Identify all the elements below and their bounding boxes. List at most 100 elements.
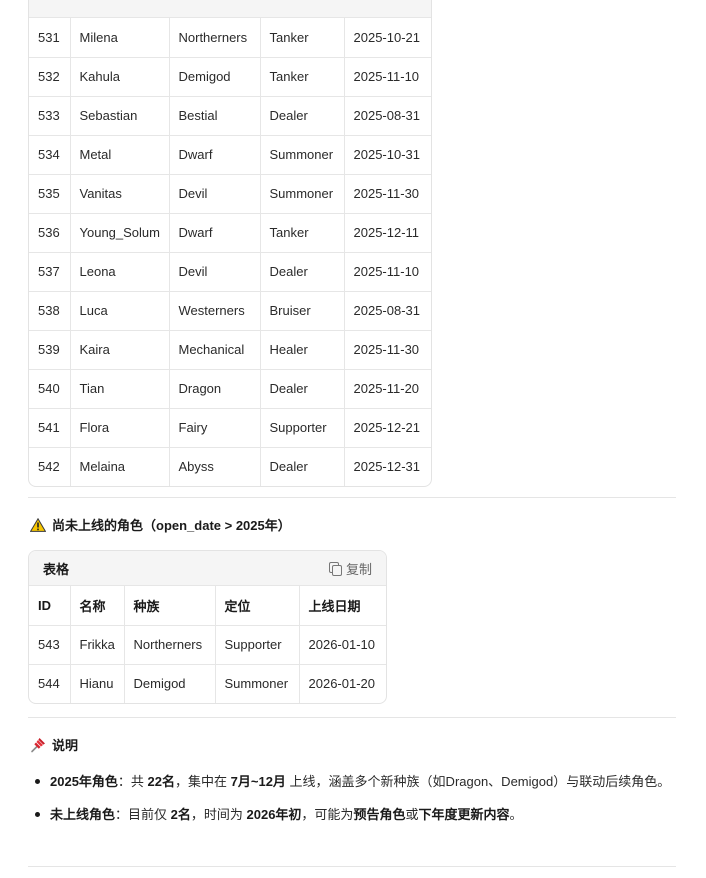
table-row: 534 Metal Dwarf Summoner 2025-10-31: [29, 135, 431, 175]
cell-race: Westerners: [169, 291, 261, 331]
divider: [28, 717, 676, 718]
cell-race: Demigod: [169, 57, 261, 97]
cell-id: 541: [29, 408, 71, 448]
column-header-race: 种族: [124, 586, 216, 626]
cell-id: 537: [29, 252, 71, 292]
cell-open-date: 2025-11-10: [344, 252, 431, 292]
copy-button[interactable]: 复制: [328, 559, 372, 578]
column-header-name: 名称: [70, 586, 125, 626]
column-header-id: ID: [29, 586, 71, 626]
note-label: 未上线角色: [50, 807, 116, 822]
cell-id: 543: [29, 625, 71, 665]
cell-id: 538: [29, 291, 71, 331]
note-item: 未上线角色：目前仅 2名，时间为 2026年初，可能为预告角色或下年度更新内容。: [28, 803, 676, 826]
notes-heading-text: 说明: [52, 738, 79, 753]
table-row: 542 Melaina Abyss Dealer 2025-12-31: [29, 447, 431, 486]
note-item: 2025年角色：共 22名，集中在 7月~12月 上线，涵盖多个新种族（如Dra…: [28, 770, 676, 793]
table-row: 533 Sebastian Bestial Dealer 2025-08-31: [29, 96, 431, 136]
table-label: 表格: [43, 561, 70, 577]
cell-role: Dealer: [260, 369, 345, 409]
unreleased-characters-table: 表格 复制 ID 名称 种族 定位 上线日期 543 Frikka Northern…: [28, 550, 387, 704]
cell-name: Metal: [70, 135, 170, 175]
cell-role: Summoner: [260, 174, 345, 214]
cell-open-date: 2025-10-31: [344, 135, 431, 175]
cell-id: 544: [29, 664, 71, 703]
cell-name: Vanitas: [70, 174, 170, 214]
table-header-strip: [29, 0, 431, 18]
note-text: 或: [405, 807, 419, 822]
cell-open-date: 2025-11-30: [344, 174, 431, 214]
cell-id: 540: [29, 369, 71, 409]
cell-race: Devil: [169, 252, 261, 292]
cell-role: Tanker: [260, 18, 345, 58]
column-header-open-date: 上线日期: [299, 586, 386, 626]
note-text: 上线，涵盖多个新种族（如Dragon、Demigod）与联动后续角色。: [285, 774, 671, 789]
cell-race: Devil: [169, 174, 261, 214]
cell-id: 542: [29, 447, 71, 486]
table-row: 538 Luca Westerners Bruiser 2025-08-31: [29, 291, 431, 331]
cell-name: Leona: [70, 252, 170, 292]
cell-name: Luca: [70, 291, 170, 331]
column-header-role: 定位: [215, 586, 300, 626]
cell-id: 533: [29, 96, 71, 136]
cell-race: Dwarf: [169, 213, 261, 253]
divider: [28, 497, 676, 498]
cell-role: Healer: [260, 330, 345, 370]
cell-id: 539: [29, 330, 71, 370]
released-characters-table: 531 Milena Northerners Tanker 2025-10-21 532 K…: [28, 0, 432, 487]
cell-name: Flora: [70, 408, 170, 448]
notes-heading: 说明: [30, 735, 78, 754]
note-text: ：共: [117, 774, 148, 789]
cell-role: Tanker: [260, 213, 345, 253]
divider: [28, 866, 676, 867]
note-bold: 22名: [147, 774, 176, 789]
cell-role: Bruiser: [260, 291, 345, 331]
cell-id: 535: [29, 174, 71, 214]
table-row: 537 Leona Devil Dealer 2025-11-10: [29, 252, 431, 292]
cell-race: Demigod: [124, 664, 216, 703]
cell-role: Dealer: [260, 96, 345, 136]
cell-role: Dealer: [260, 252, 345, 292]
cell-open-date: 2025-12-11: [344, 213, 431, 253]
cell-open-date: 2026-01-20: [308, 676, 376, 692]
cell-race: Bestial: [169, 96, 261, 136]
table-row: 536 Young_Solum Dwarf Tanker 2025-12-11: [29, 213, 431, 253]
table-row: 544 Hianu Demigod Summoner 2026-01-20: [29, 664, 386, 703]
unreleased-heading: 尚未上线的角色（open_date > 2025年）: [30, 515, 291, 534]
cell-id: 536: [29, 213, 71, 253]
notes-list: 2025年角色：共 22名，集中在 7月~12月 上线，涵盖多个新种族（如Dra…: [28, 770, 676, 836]
cell-name: Kahula: [70, 57, 170, 97]
pushpin-icon: [31, 737, 45, 752]
cell-name: Kaira: [70, 330, 170, 370]
note-bold: 2026年初: [246, 807, 302, 822]
cell-open-date: 2025-11-10: [344, 57, 431, 97]
table-row: 540 Tian Dragon Dealer 2025-11-20: [29, 369, 431, 409]
note-text: 。: [509, 807, 523, 822]
cell-name: Milena: [70, 18, 170, 58]
cell-open-date: 2025-10-21: [344, 18, 431, 58]
cell-race: Fairy: [169, 408, 261, 448]
copy-icon: [328, 562, 342, 576]
cell-race: Abyss: [169, 447, 261, 486]
note-bold: 下年度更新内容: [418, 807, 510, 822]
cell-open-date: 2025-11-20: [344, 369, 431, 409]
cell-open-date: 2025-11-30: [344, 330, 431, 370]
cell-role: Supporter: [215, 625, 300, 665]
cell-open-date: 2026-01-10: [299, 625, 386, 665]
table-row: 531 Milena Northerners Tanker 2025-10-21: [29, 18, 431, 58]
table-row: 543 Frikka Northerners Supporter 2026-01-10: [29, 625, 386, 665]
unreleased-heading-text: 尚未上线的角色（open_date > 2025年）: [52, 518, 291, 533]
cell-id: 534: [29, 135, 71, 175]
table-row: 541 Flora Fairy Supporter 2025-12-21: [29, 408, 431, 448]
note-bold: 2名: [170, 807, 191, 822]
table-header-row: ID 名称 种族 定位 上线日期: [29, 586, 386, 626]
cell-race: Mechanical: [169, 330, 261, 370]
cell-open-date: 2025-08-31: [344, 96, 431, 136]
note-text: ：目前仅: [115, 807, 171, 822]
note-bold: 预告角色: [353, 807, 406, 822]
table-row: 532 Kahula Demigod Tanker 2025-11-10: [29, 57, 431, 97]
cell-open-date: 2025-12-21: [344, 408, 431, 448]
table-row: 539 Kaira Mechanical Healer 2025-11-30: [29, 330, 431, 370]
cell-name: Hianu: [70, 664, 125, 703]
table-toolbar: 表格 复制: [29, 551, 386, 586]
